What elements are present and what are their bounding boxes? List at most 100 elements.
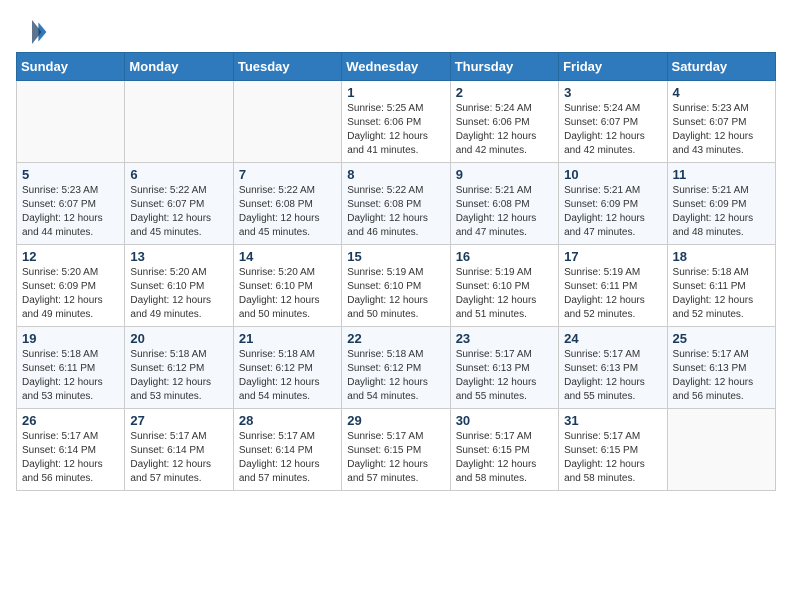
day-info: Sunrise: 5:17 AM Sunset: 6:15 PM Dayligh…	[347, 430, 444, 486]
day-info: Sunrise: 5:23 AM Sunset: 6:07 PM Dayligh…	[673, 102, 770, 158]
calendar-cell	[125, 81, 233, 163]
calendar-cell: 21Sunrise: 5:18 AM Sunset: 6:12 PM Dayli…	[233, 327, 341, 409]
day-number: 7	[239, 167, 336, 182]
weekday-header: Saturday	[667, 53, 775, 81]
day-info: Sunrise: 5:25 AM Sunset: 6:06 PM Dayligh…	[347, 102, 444, 158]
calendar-cell: 23 Sunrise: 5:17 AM Sunset: 6:13 PM Dayli…	[450, 327, 558, 409]
day-info: Sunrise: 5:21 AM Sunset: 6:08 PM Dayligh…	[456, 184, 553, 240]
day-info: Sunrise: 5:17 AM Sunset: 6:14 PM Dayligh…	[239, 430, 336, 486]
calendar-cell: 26 Sunrise: 5:17 AM Sunset: 6:14 PM Dayli…	[17, 409, 125, 491]
day-number: 4	[673, 85, 770, 100]
calendar-cell: 1 Sunrise: 5:25 AM Sunset: 6:06 PM Daylig…	[342, 81, 450, 163]
day-info: Sunrise: 5:19 AM Sunset: 6:10 PM Dayligh…	[347, 266, 444, 322]
day-number: 2	[456, 85, 553, 100]
day-number: 5	[22, 167, 119, 182]
day-info: Sunrise: 5:22 AM Sunset: 6:08 PM Dayligh…	[347, 184, 444, 240]
weekday-header: Monday	[125, 53, 233, 81]
page-header	[16, 16, 776, 48]
calendar-cell: 31 Sunrise: 5:17 AM Sunset: 6:15 PM Dayli…	[559, 409, 667, 491]
day-number: 27	[130, 413, 227, 428]
day-number: 26	[22, 413, 119, 428]
calendar-week-row: 1 Sunrise: 5:25 AM Sunset: 6:06 PM Daylig…	[17, 81, 776, 163]
day-number: 14	[239, 249, 336, 264]
calendar-cell	[667, 409, 775, 491]
day-number: 13	[130, 249, 227, 264]
calendar-cell: 22 Sunrise: 5:18 AM Sunset: 6:12 PM Dayli…	[342, 327, 450, 409]
day-info: Sunrise: 5:22 AM Sunset: 6:07 PM Dayligh…	[130, 184, 227, 240]
calendar-cell: 7Sunrise: 5:22 AM Sunset: 6:08 PM Daylig…	[233, 163, 341, 245]
day-info: Sunrise: 5:17 AM Sunset: 6:14 PM Dayligh…	[22, 430, 119, 486]
calendar-cell: 10 Sunrise: 5:21 AM Sunset: 6:09 PM Dayli…	[559, 163, 667, 245]
day-number: 15	[347, 249, 444, 264]
calendar-header-row: SundayMondayTuesdayWednesdayThursdayFrid…	[17, 53, 776, 81]
day-info: Sunrise: 5:17 AM Sunset: 6:13 PM Dayligh…	[673, 348, 770, 404]
logo	[16, 16, 52, 48]
day-info: Sunrise: 5:21 AM Sunset: 6:09 PM Dayligh…	[564, 184, 661, 240]
day-info: Sunrise: 5:18 AM Sunset: 6:12 PM Dayligh…	[130, 348, 227, 404]
day-number: 23	[456, 331, 553, 346]
calendar-cell: 14 Sunrise: 5:20 AM Sunset: 6:10 PM Dayli…	[233, 245, 341, 327]
day-number: 10	[564, 167, 661, 182]
calendar-cell: 30 Sunrise: 5:17 AM Sunset: 6:15 PM Dayli…	[450, 409, 558, 491]
calendar-cell: 20Sunrise: 5:18 AM Sunset: 6:12 PM Dayli…	[125, 327, 233, 409]
day-number: 25	[673, 331, 770, 346]
day-info: Sunrise: 5:17 AM Sunset: 6:13 PM Dayligh…	[564, 348, 661, 404]
calendar-cell: 25 Sunrise: 5:17 AM Sunset: 6:13 PM Dayli…	[667, 327, 775, 409]
calendar-cell: 29 Sunrise: 5:17 AM Sunset: 6:15 PM Dayli…	[342, 409, 450, 491]
weekday-header: Tuesday	[233, 53, 341, 81]
day-number: 1	[347, 85, 444, 100]
day-info: Sunrise: 5:19 AM Sunset: 6:10 PM Dayligh…	[456, 266, 553, 322]
day-info: Sunrise: 5:24 AM Sunset: 6:06 PM Dayligh…	[456, 102, 553, 158]
weekday-header: Thursday	[450, 53, 558, 81]
day-number: 24	[564, 331, 661, 346]
day-number: 30	[456, 413, 553, 428]
weekday-header: Friday	[559, 53, 667, 81]
day-info: Sunrise: 5:17 AM Sunset: 6:15 PM Dayligh…	[564, 430, 661, 486]
day-number: 11	[673, 167, 770, 182]
day-number: 29	[347, 413, 444, 428]
day-number: 22	[347, 331, 444, 346]
calendar-cell: 18Sunrise: 5:18 AM Sunset: 6:11 PM Dayli…	[667, 245, 775, 327]
day-info: Sunrise: 5:20 AM Sunset: 6:10 PM Dayligh…	[239, 266, 336, 322]
calendar-cell: 19 Sunrise: 5:18 AM Sunset: 6:11 PM Dayli…	[17, 327, 125, 409]
day-number: 8	[347, 167, 444, 182]
day-number: 6	[130, 167, 227, 182]
calendar-cell	[233, 81, 341, 163]
calendar-week-row: 26 Sunrise: 5:17 AM Sunset: 6:14 PM Dayli…	[17, 409, 776, 491]
calendar-cell: 5Sunrise: 5:23 AM Sunset: 6:07 PM Daylig…	[17, 163, 125, 245]
day-info: Sunrise: 5:17 AM Sunset: 6:13 PM Dayligh…	[456, 348, 553, 404]
calendar-cell: 28 Sunrise: 5:17 AM Sunset: 6:14 PM Dayli…	[233, 409, 341, 491]
calendar-cell: 9 Sunrise: 5:21 AM Sunset: 6:08 PM Daylig…	[450, 163, 558, 245]
day-number: 12	[22, 249, 119, 264]
calendar-week-row: 19 Sunrise: 5:18 AM Sunset: 6:11 PM Dayli…	[17, 327, 776, 409]
day-number: 28	[239, 413, 336, 428]
day-info: Sunrise: 5:18 AM Sunset: 6:12 PM Dayligh…	[347, 348, 444, 404]
day-number: 17	[564, 249, 661, 264]
day-number: 3	[564, 85, 661, 100]
day-number: 16	[456, 249, 553, 264]
day-info: Sunrise: 5:18 AM Sunset: 6:11 PM Dayligh…	[22, 348, 119, 404]
calendar-cell: 8 Sunrise: 5:22 AM Sunset: 6:08 PM Daylig…	[342, 163, 450, 245]
calendar-cell: 13 Sunrise: 5:20 AM Sunset: 6:10 PM Dayli…	[125, 245, 233, 327]
logo-icon	[16, 16, 48, 48]
calendar-cell: 27Sunrise: 5:17 AM Sunset: 6:14 PM Dayli…	[125, 409, 233, 491]
calendar-cell: 12 Sunrise: 5:20 AM Sunset: 6:09 PM Dayli…	[17, 245, 125, 327]
day-number: 19	[22, 331, 119, 346]
calendar-week-row: 12 Sunrise: 5:20 AM Sunset: 6:09 PM Dayli…	[17, 245, 776, 327]
calendar-cell: 17 Sunrise: 5:19 AM Sunset: 6:11 PM Dayli…	[559, 245, 667, 327]
calendar-table: SundayMondayTuesdayWednesdayThursdayFrid…	[16, 52, 776, 491]
calendar-cell: 11Sunrise: 5:21 AM Sunset: 6:09 PM Dayli…	[667, 163, 775, 245]
day-info: Sunrise: 5:20 AM Sunset: 6:09 PM Dayligh…	[22, 266, 119, 322]
calendar-cell: 3Sunrise: 5:24 AM Sunset: 6:07 PM Daylig…	[559, 81, 667, 163]
calendar-cell: 6 Sunrise: 5:22 AM Sunset: 6:07 PM Daylig…	[125, 163, 233, 245]
calendar-cell: 24 Sunrise: 5:17 AM Sunset: 6:13 PM Dayli…	[559, 327, 667, 409]
calendar-cell: 4 Sunrise: 5:23 AM Sunset: 6:07 PM Daylig…	[667, 81, 775, 163]
day-info: Sunrise: 5:17 AM Sunset: 6:15 PM Dayligh…	[456, 430, 553, 486]
weekday-header: Sunday	[17, 53, 125, 81]
day-info: Sunrise: 5:18 AM Sunset: 6:11 PM Dayligh…	[673, 266, 770, 322]
day-info: Sunrise: 5:18 AM Sunset: 6:12 PM Dayligh…	[239, 348, 336, 404]
day-info: Sunrise: 5:20 AM Sunset: 6:10 PM Dayligh…	[130, 266, 227, 322]
day-number: 9	[456, 167, 553, 182]
day-info: Sunrise: 5:19 AM Sunset: 6:11 PM Dayligh…	[564, 266, 661, 322]
day-number: 31	[564, 413, 661, 428]
